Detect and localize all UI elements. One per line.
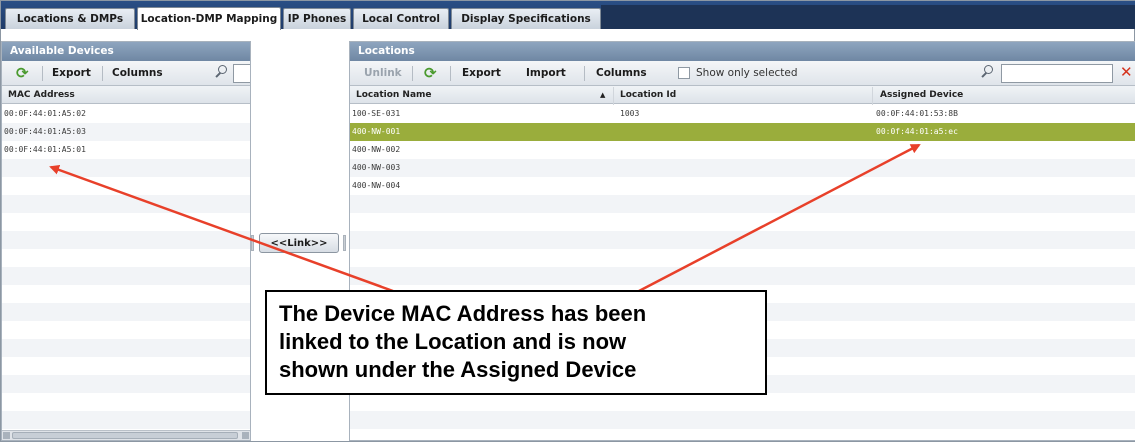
callout-line: shown under the Assigned Device: [279, 357, 637, 382]
list-item[interactable]: 00:0F:44:01:A5:02: [2, 105, 250, 123]
list-item[interactable]: 00:0F:44:01:A5:01: [2, 141, 250, 159]
location-name-cell: 100-SE-031: [352, 109, 401, 118]
assigned-device-header[interactable]: Assigned Device: [880, 90, 963, 100]
export-button[interactable]: Export: [52, 67, 91, 79]
location-name-cell: 400-NW-002: [352, 145, 401, 154]
sort-ascending-icon[interactable]: ▲: [600, 91, 605, 99]
location-id-cell: 1003: [620, 109, 640, 118]
search-icon[interactable]: [980, 65, 994, 79]
tab-display-specifications[interactable]: Display Specifications: [451, 8, 601, 29]
scroll-right-arrow[interactable]: [242, 432, 249, 439]
tab-local-control[interactable]: Local Control: [353, 8, 449, 29]
show-only-selected-label: Show only selected: [696, 67, 798, 79]
table-row-selected[interactable]: 400-NW-001 00:0f:44:01:a5:ec: [350, 123, 1135, 141]
locations-search-input[interactable]: [1001, 64, 1113, 83]
table-row[interactable]: 400-NW-004: [350, 177, 1135, 195]
available-devices-title: Available Devices: [2, 42, 250, 61]
mac-address-cell: 00:0F:44:01:A5:02: [4, 109, 86, 118]
toolbar-separator: [412, 66, 413, 81]
list-item[interactable]: 00:0F:44:01:A5:03: [2, 123, 250, 141]
import-button[interactable]: Import: [526, 67, 566, 79]
available-devices-search-input[interactable]: [233, 64, 250, 83]
link-button[interactable]: <<Link>>: [259, 233, 339, 253]
assigned-device-cell: 00:0f:44:01:a5:ec: [876, 127, 958, 136]
toolbar-separator: [102, 66, 103, 81]
scroll-left-arrow[interactable]: [3, 432, 10, 439]
toolbar-separator: [42, 66, 43, 81]
columns-button[interactable]: Columns: [112, 67, 163, 79]
splitter-grip-left[interactable]: [251, 235, 254, 251]
location-name-cell: 400-NW-003: [352, 163, 401, 172]
location-id-header[interactable]: Location Id: [620, 90, 676, 100]
tab-locations-dmps[interactable]: Locations & DMPs: [5, 8, 135, 29]
annotation-callout: The Device MAC Address has been linked t…: [265, 290, 767, 395]
tab-location-dmp-mapping[interactable]: Location-DMP Mapping: [137, 7, 281, 30]
locations-title: Locations: [350, 42, 1135, 61]
search-icon[interactable]: [214, 65, 228, 79]
scrollbar-thumb[interactable]: [12, 432, 238, 439]
locations-column-headers: Location Name ▲ Location Id Assigned Dev…: [350, 86, 1135, 104]
refresh-icon[interactable]: ⟳: [16, 65, 32, 81]
table-row[interactable]: 400-NW-002: [350, 141, 1135, 159]
location-name-cell: 400-NW-004: [352, 181, 401, 190]
location-name-header[interactable]: Location Name: [356, 90, 432, 100]
location-name-cell: 400-NW-001: [352, 127, 401, 136]
callout-line: The Device MAC Address has been: [279, 301, 647, 326]
available-devices-panel: Available Devices ⟳ Export Columns MAC A…: [1, 41, 251, 441]
show-only-selected-checkbox[interactable]: [678, 67, 690, 79]
callout-line: linked to the Location and is now: [279, 329, 627, 354]
mac-address-header-label: MAC Address: [8, 90, 75, 100]
toolbar-separator: [584, 66, 585, 81]
splitter-grip-right[interactable]: [343, 235, 346, 251]
available-devices-list: 00:0F:44:01:A5:02 00:0F:44:01:A5:03 00:0…: [2, 105, 250, 440]
assigned-device-cell: 00:0F:44:01:53:8B: [876, 109, 958, 118]
available-devices-toolbar: ⟳ Export Columns: [2, 61, 250, 86]
refresh-icon[interactable]: ⟳: [424, 65, 440, 81]
tab-bar: Locations & DMPs Location-DMP Mapping IP…: [1, 1, 1135, 30]
toolbar-separator: [450, 66, 451, 81]
horizontal-scrollbar[interactable]: [2, 430, 250, 440]
mac-address-column-header[interactable]: MAC Address: [2, 86, 250, 104]
tab-ip-phones[interactable]: IP Phones: [283, 8, 351, 29]
mac-address-cell: 00:0F:44:01:A5:03: [4, 127, 86, 136]
table-row[interactable]: 100-SE-031 1003 00:0F:44:01:53:8B: [350, 105, 1135, 123]
app-window: Locations & DMPs Location-DMP Mapping IP…: [0, 0, 1135, 442]
table-row[interactable]: 400-NW-003: [350, 159, 1135, 177]
columns-button[interactable]: Columns: [596, 67, 647, 79]
clear-icon[interactable]: ✕: [1120, 63, 1133, 81]
mac-address-cell: 00:0F:44:01:A5:01: [4, 145, 86, 154]
export-button[interactable]: Export: [462, 67, 501, 79]
locations-toolbar: Unlink ⟳ Export Import Columns Show only…: [350, 61, 1135, 86]
unlink-button[interactable]: Unlink: [364, 67, 402, 79]
tab-bar-background: [601, 5, 1135, 29]
